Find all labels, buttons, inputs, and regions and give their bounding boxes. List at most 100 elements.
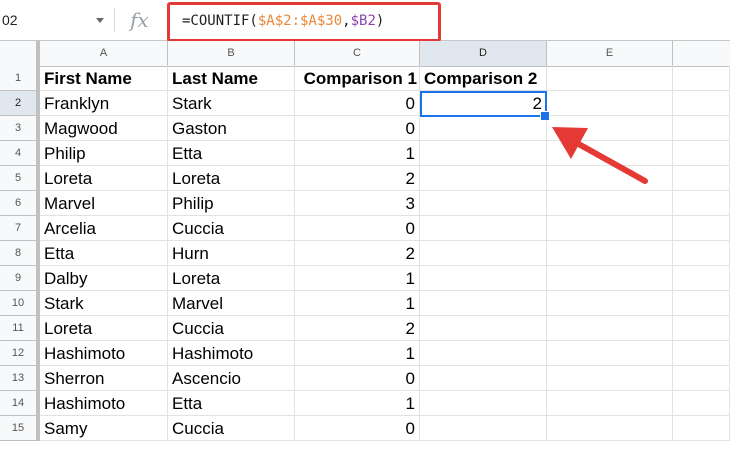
cell-c1[interactable]: 0	[295, 416, 420, 441]
cell-last[interactable]: Hashimoto	[168, 341, 295, 366]
header-cell-comparison-2[interactable]: Comparison 2	[420, 66, 547, 91]
row-header[interactable]: 5	[0, 166, 40, 191]
cell-first[interactable]: Hashimoto	[40, 341, 168, 366]
cell-last[interactable]: Ascencio	[168, 366, 295, 391]
row-header[interactable]: 1	[0, 66, 40, 91]
cell-c1[interactable]: 1	[295, 141, 420, 166]
cell[interactable]	[673, 91, 730, 116]
row-header[interactable]: 10	[0, 291, 40, 316]
cell-last[interactable]: Etta	[168, 141, 295, 166]
cell-first[interactable]: Marvel	[40, 191, 168, 216]
cell[interactable]	[547, 66, 673, 91]
cell-c2[interactable]	[420, 366, 547, 391]
cell[interactable]	[673, 241, 730, 266]
cell[interactable]	[547, 291, 673, 316]
cell[interactable]	[547, 216, 673, 241]
cell[interactable]	[547, 266, 673, 291]
cell-c1[interactable]: 1	[295, 391, 420, 416]
cell-last[interactable]: Philip	[168, 191, 295, 216]
cell[interactable]	[547, 391, 673, 416]
header-cell-comparison-1[interactable]: Comparison 1	[295, 66, 420, 91]
row-header[interactable]: 9	[0, 266, 40, 291]
cell-c2[interactable]	[420, 241, 547, 266]
row-header[interactable]: 11	[0, 316, 40, 341]
cell-c2[interactable]	[420, 216, 547, 241]
cell[interactable]	[673, 366, 730, 391]
cell-first[interactable]: Etta	[40, 241, 168, 266]
cell[interactable]	[673, 416, 730, 441]
column-header-f[interactable]	[673, 41, 730, 66]
cell-first[interactable]: Sherron	[40, 366, 168, 391]
cell-c2[interactable]	[420, 166, 547, 191]
row-header[interactable]: 15	[0, 416, 40, 441]
cell[interactable]	[673, 191, 730, 216]
cell-last[interactable]: Cuccia	[168, 316, 295, 341]
cell-last[interactable]: Etta	[168, 391, 295, 416]
cell[interactable]	[673, 116, 730, 141]
cell[interactable]	[547, 366, 673, 391]
cell[interactable]	[547, 416, 673, 441]
cell-last[interactable]: Loreta	[168, 266, 295, 291]
cell[interactable]	[547, 341, 673, 366]
cell[interactable]	[673, 266, 730, 291]
cell-last[interactable]: Loreta	[168, 166, 295, 191]
cell-first[interactable]: Stark	[40, 291, 168, 316]
cell[interactable]	[547, 241, 673, 266]
cell-first[interactable]: Loreta	[40, 316, 168, 341]
cell[interactable]	[673, 166, 730, 191]
cell-c1[interactable]: 0	[295, 116, 420, 141]
fill-handle[interactable]	[540, 111, 550, 121]
cell-first[interactable]: Loreta	[40, 166, 168, 191]
column-header-c[interactable]: C	[295, 41, 420, 66]
row-header[interactable]: 13	[0, 366, 40, 391]
cell-c2[interactable]	[420, 266, 547, 291]
cell-c2[interactable]	[420, 141, 547, 166]
cell-c1[interactable]: 2	[295, 166, 420, 191]
cell-c2[interactable]: 2	[420, 91, 547, 116]
row-header[interactable]: 12	[0, 341, 40, 366]
cell-last[interactable]: Hurn	[168, 241, 295, 266]
cell-last[interactable]: Marvel	[168, 291, 295, 316]
name-box[interactable]: 02	[0, 3, 108, 37]
cell-c1[interactable]: 1	[295, 266, 420, 291]
cell-c1[interactable]: 2	[295, 241, 420, 266]
cell-first[interactable]: Arcelia	[40, 216, 168, 241]
cell-c1[interactable]: 0	[295, 216, 420, 241]
cell-last[interactable]: Gaston	[168, 116, 295, 141]
cell-first[interactable]: Hashimoto	[40, 391, 168, 416]
cell[interactable]	[673, 316, 730, 341]
cell-c2[interactable]	[420, 416, 547, 441]
cell[interactable]	[547, 91, 673, 116]
header-cell-first-name[interactable]: First Name	[40, 66, 168, 91]
row-header[interactable]: 6	[0, 191, 40, 216]
row-header[interactable]: 14	[0, 391, 40, 416]
column-header-d[interactable]: D	[420, 41, 547, 66]
cell-first[interactable]: Franklyn	[40, 91, 168, 116]
cell[interactable]	[673, 216, 730, 241]
cell-c2[interactable]	[420, 291, 547, 316]
cell-c1[interactable]: 2	[295, 316, 420, 341]
column-header-a[interactable]: A	[40, 41, 168, 66]
cell-last[interactable]: Cuccia	[168, 216, 295, 241]
cell-first[interactable]: Samy	[40, 416, 168, 441]
row-header[interactable]: 2	[0, 91, 40, 116]
cell[interactable]	[547, 116, 673, 141]
row-header[interactable]: 7	[0, 216, 40, 241]
row-header[interactable]: 3	[0, 116, 40, 141]
select-all-corner[interactable]	[0, 41, 40, 66]
cell[interactable]	[673, 66, 730, 91]
cell-c1[interactable]: 1	[295, 291, 420, 316]
cell-c1[interactable]: 1	[295, 341, 420, 366]
cell-c2[interactable]	[420, 316, 547, 341]
cell-last[interactable]: Cuccia	[168, 416, 295, 441]
chevron-down-icon[interactable]	[96, 18, 104, 23]
cell-c1[interactable]: 3	[295, 191, 420, 216]
cell-first[interactable]: Philip	[40, 141, 168, 166]
cell[interactable]	[673, 141, 730, 166]
cell[interactable]	[673, 341, 730, 366]
cell-c2[interactable]	[420, 391, 547, 416]
cell[interactable]	[547, 191, 673, 216]
row-header[interactable]: 4	[0, 141, 40, 166]
cell[interactable]	[673, 291, 730, 316]
column-header-e[interactable]: E	[547, 41, 673, 66]
